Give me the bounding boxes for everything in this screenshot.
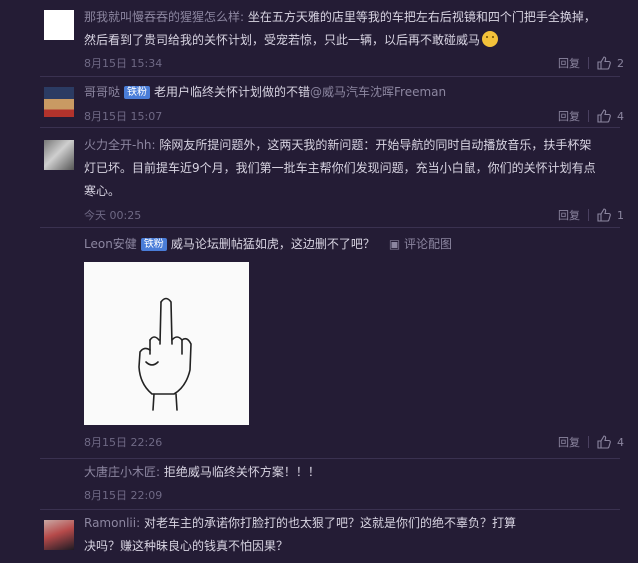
- like-count: 4: [617, 109, 624, 123]
- comment-actions: 回复 2: [558, 55, 624, 71]
- avatar[interactable]: [44, 140, 74, 170]
- comment-text-line-1: 坐在五方天雅的店里等我的车把左右后视镜和四个门把手全换掉，: [247, 10, 596, 24]
- like-button[interactable]: 4: [597, 435, 624, 449]
- comment-text-line-2: 然后看到了贵司给我的关怀计划，受宠若惊，只此一辆，以后再不敢碰威马: [84, 33, 481, 47]
- thumbs-up-icon: [597, 56, 611, 70]
- fan-badge: 铁粉: [140, 238, 167, 251]
- comment-text: 拒绝威马临终关怀方案！！！: [163, 465, 320, 479]
- divider: [588, 209, 589, 221]
- comment-actions: 回复 1: [558, 207, 624, 223]
- avatar[interactable]: [44, 10, 74, 40]
- fan-badge: 铁粉: [124, 86, 151, 99]
- reply-button[interactable]: 回复: [558, 207, 580, 223]
- comment-text-line-2: 决吗？赚这种昧良心的钱真不怕因果？: [84, 539, 289, 553]
- comment-actions: 回复 4: [558, 434, 624, 450]
- like-count: 4: [617, 435, 624, 449]
- timestamp: 8月15日 22:09: [84, 489, 163, 502]
- timestamp: 8月15日 15:34: [84, 57, 163, 70]
- username[interactable]: 那我就叫慢吞吞的猩猩怎么样:: [84, 10, 244, 24]
- thumbs-up-icon: [597, 435, 611, 449]
- comment-text: 威马论坛删帖猛如虎，这边删不了吧？: [170, 237, 375, 251]
- comment-text-line-1: 对老车主的承诺你打脸打的也太狠了吧？这就是你们的绝不辜负？打算: [143, 516, 516, 530]
- like-count: 1: [617, 208, 624, 222]
- comment-body: 那我就叫慢吞吞的猩猩怎么样: 坐在五方天雅的店里等我的车把左右后视镜和四个门把手…: [84, 6, 614, 52]
- like-button[interactable]: 4: [597, 109, 624, 123]
- avatar[interactable]: [44, 87, 74, 117]
- mention-link[interactable]: @威马汽车沈晖Freeman: [310, 85, 446, 99]
- like-count: 2: [617, 56, 624, 70]
- timestamp: 8月15日 15:07: [84, 110, 163, 123]
- username[interactable]: Leon安健: [84, 237, 137, 251]
- comment-actions: 回复 4: [558, 108, 624, 124]
- timestamp: 今天 00:25: [84, 209, 142, 222]
- username[interactable]: Ramonlii:: [84, 516, 140, 530]
- thumbs-up-icon: [597, 208, 611, 222]
- comment-body: 哥哥哒 铁粉 老用户临终关怀计划做的不错@威马汽车沈晖Freeman: [84, 81, 614, 104]
- like-button[interactable]: 2: [597, 56, 624, 70]
- divider: [588, 110, 589, 122]
- reply-button[interactable]: 回复: [558, 434, 580, 450]
- thumbs-up-icon: [597, 109, 611, 123]
- comment-text-line-1: 除网友所提问题外，这两天我的新问题：开始导航的同时自动播放音乐，扶手杯架: [159, 138, 592, 152]
- thinking-emoji-icon: [482, 31, 499, 47]
- username[interactable]: 火力全开-hh:: [84, 138, 156, 152]
- comment-body: 大唐庄小木匠: 拒绝威马临终关怀方案！！！: [84, 461, 614, 484]
- comment-text-line-2: 灯已坏。目前提车近9个月，我们第一批车主帮你们发现问题，充当小白鼠，你们的关怀计…: [84, 161, 596, 175]
- comment-text-line-3: 寒心。: [84, 184, 121, 198]
- comment-text: 老用户临终关怀计划做的不错: [154, 85, 311, 99]
- divider: [588, 57, 589, 69]
- comment-body: Ramonlii: 对老车主的承诺你打脸打的也太狠了吧？这就是你们的绝不辜负？打…: [84, 512, 614, 558]
- reply-button[interactable]: 回复: [558, 108, 580, 124]
- comment-5: 大唐庄小木匠: 拒绝威马临终关怀方案！！！ 8月15日 22:09: [0, 459, 638, 510]
- comment-body: 火力全开-hh: 除网友所提问题外，这两天我的新问题：开始导航的同时自动播放音乐…: [84, 134, 614, 203]
- image-icon: ▣: [388, 237, 404, 251]
- hand-gesture-icon: [138, 297, 192, 411]
- view-comment-image-link[interactable]: ▣ 评论配图: [389, 237, 452, 251]
- comment-6: Ramonlii: 对老车主的承诺你打脸打的也太狠了吧？这就是你们的绝不辜负？打…: [0, 510, 638, 563]
- comment-2: 哥哥哒 铁粉 老用户临终关怀计划做的不错@威马汽车沈晖Freeman 8月15日 1…: [0, 77, 638, 128]
- username[interactable]: 哥哥哒: [84, 85, 120, 99]
- timestamp: 8月15日 22:26: [84, 436, 163, 449]
- comment-3: 火力全开-hh: 除网友所提问题外，这两天我的新问题：开始导航的同时自动播放音乐…: [0, 128, 638, 228]
- divider: [588, 436, 589, 448]
- comment-body: Leon安健 铁粉 威马论坛删帖猛如虎，这边删不了吧？ ▣ 评论配图: [84, 233, 614, 256]
- avatar[interactable]: [44, 520, 74, 550]
- username[interactable]: 大唐庄小木匠:: [84, 465, 160, 479]
- reply-button[interactable]: 回复: [558, 55, 580, 71]
- like-button[interactable]: 1: [597, 208, 624, 222]
- comment-1: 那我就叫慢吞吞的猩猩怎么样: 坐在五方天雅的店里等我的车把左右后视镜和四个门把手…: [0, 0, 638, 77]
- comment-image[interactable]: [84, 262, 249, 425]
